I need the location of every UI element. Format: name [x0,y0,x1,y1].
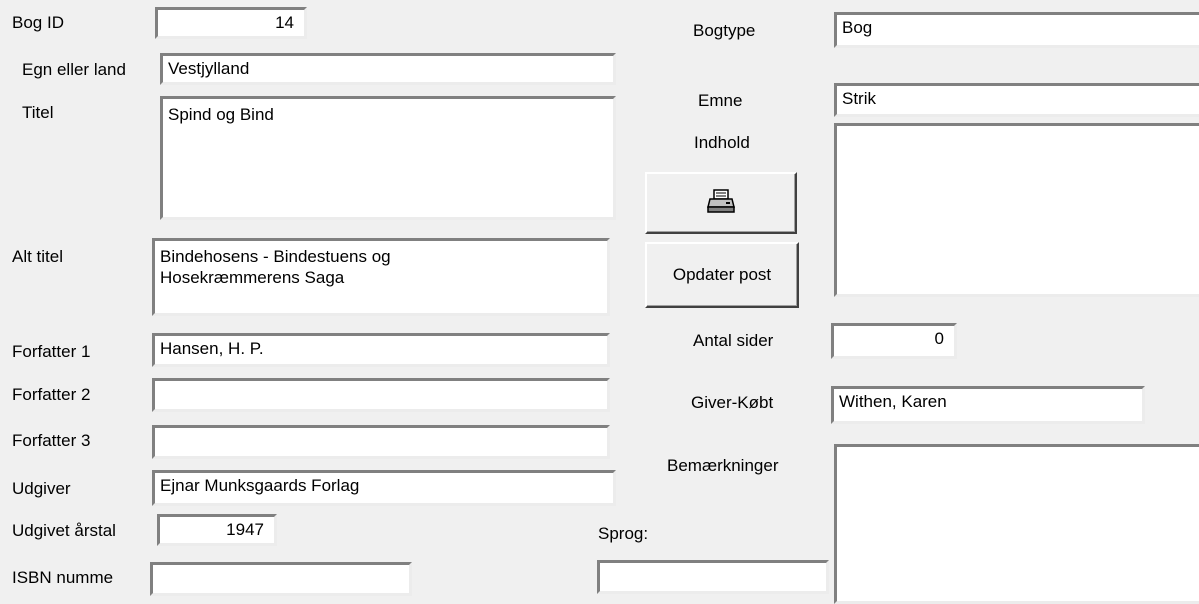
isbn-label: ISBN numme [12,568,114,587]
egn-label: Egn eller land [22,60,126,79]
alt-titel-field[interactable]: Bindehosens - Bindestuens og Hosekræmmer… [152,238,610,316]
bog-id-field[interactable]: 14 [155,7,307,39]
forfatter1-label: Forfatter 1 [12,342,91,361]
opdater-post-label: Opdater post [672,265,772,284]
bemaerkninger-label: Bemærkninger [667,456,779,475]
emne-label: Emne [698,91,743,110]
udgivet-aar-label: Udgivet årstal [12,521,116,540]
printer-icon [706,188,736,219]
indhold-field[interactable] [834,123,1199,297]
forfatter2-field[interactable] [152,378,610,412]
sprog-field[interactable] [597,560,829,594]
udgiver-label: Udgiver [12,479,71,498]
forfatter2-label: Forfatter 2 [12,385,91,404]
sprog-label: Sprog: [598,524,649,543]
bog-id-label: Bog ID [12,13,64,32]
titel-label: Titel [22,103,54,122]
giver-koebt-field[interactable]: Withen, Karen [831,386,1145,424]
forfatter3-field[interactable] [152,425,610,459]
emne-field[interactable]: Strik [834,83,1199,117]
indhold-label: Indhold [694,133,750,152]
antal-sider-field[interactable]: 0 [831,323,957,359]
opdater-post-button[interactable]: Opdater post [645,242,799,308]
alt-titel-label: Alt titel [12,247,64,266]
giver-koebt-label: Giver-Købt [691,393,774,412]
udgiver-field[interactable]: Ejnar Munksgaards Forlag [152,470,616,506]
udgivet-aar-field[interactable]: 1947 [157,514,277,546]
bemaerkninger-field[interactable] [834,444,1199,604]
print-button[interactable] [645,172,797,234]
isbn-field[interactable] [150,562,412,596]
bogtype-field[interactable]: Bog [834,12,1199,48]
antal-sider-label: Antal sider [693,331,774,350]
titel-field[interactable]: Spind og Bind [160,96,616,220]
forfatter3-label: Forfatter 3 [12,431,91,450]
forfatter1-field[interactable]: Hansen, H. P. [152,333,610,367]
egn-field[interactable]: Vestjylland [160,53,616,85]
bogtype-label: Bogtype [693,21,756,40]
